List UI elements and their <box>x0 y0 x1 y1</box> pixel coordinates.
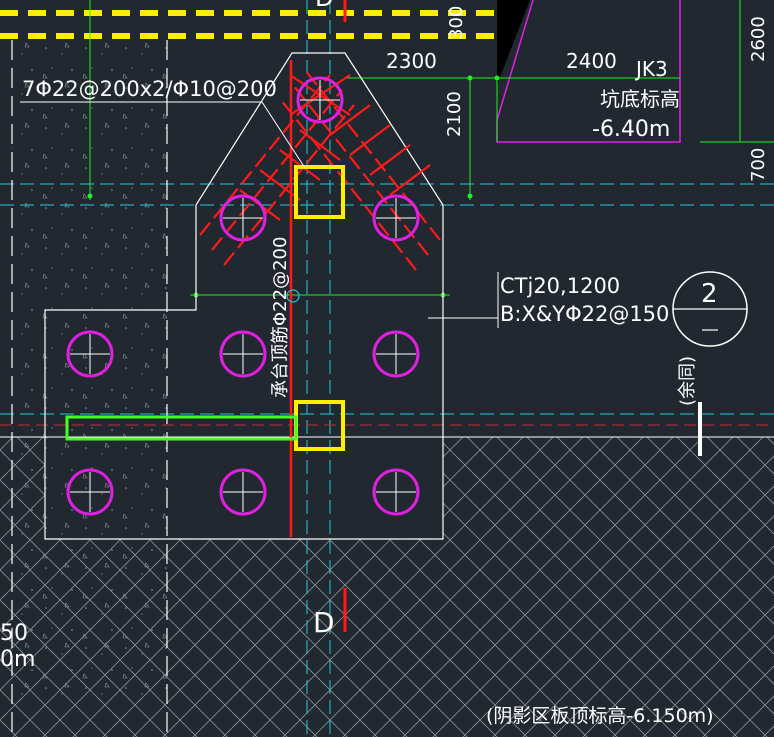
cap-top-rebar-vertical: 承台顶筋Φ22@200 <box>270 237 291 398</box>
dim-2300: 2300 <box>386 49 437 73</box>
dim-2400: 2400 <box>566 49 617 73</box>
pile <box>372 330 420 378</box>
pit-bottom-elev: -6.40m <box>592 117 670 142</box>
cad-drawing: D D 2 300 2300 2400 2600 2100 700 7Φ22@2… <box>0 0 774 737</box>
left-text-1: 50 <box>0 621 28 646</box>
pit-name: JK3 <box>634 57 668 81</box>
pile <box>219 330 267 378</box>
left-text-2: 0m <box>0 647 35 672</box>
pile <box>66 468 114 516</box>
cap-rebar: B:X&YΦ22@150 <box>500 302 669 326</box>
pile <box>372 468 420 516</box>
pile <box>219 194 267 242</box>
cap-name: CTj20,1200 <box>500 274 620 298</box>
dim-300: 300 <box>446 6 467 40</box>
pile <box>219 468 267 516</box>
section-marker-top-label: D <box>315 0 333 12</box>
pile <box>372 194 420 242</box>
dim-2100: 2100 <box>444 91 465 137</box>
detail-ref: (余同) <box>677 356 698 406</box>
pit-bottom-label: 坑底标高 <box>600 87 680 111</box>
pile <box>296 76 344 124</box>
pile <box>66 330 114 378</box>
section-marker-bottom-label: D <box>313 606 335 639</box>
detail-number: 2 <box>701 279 718 309</box>
dim-700: 700 <box>748 148 769 182</box>
rebar-label-top: 7Φ22@200x2/Φ10@200 <box>22 77 277 101</box>
shaded-zone-note: (阴影区板顶标高-6.150m) <box>486 705 714 727</box>
dim-2600: 2600 <box>748 16 769 62</box>
